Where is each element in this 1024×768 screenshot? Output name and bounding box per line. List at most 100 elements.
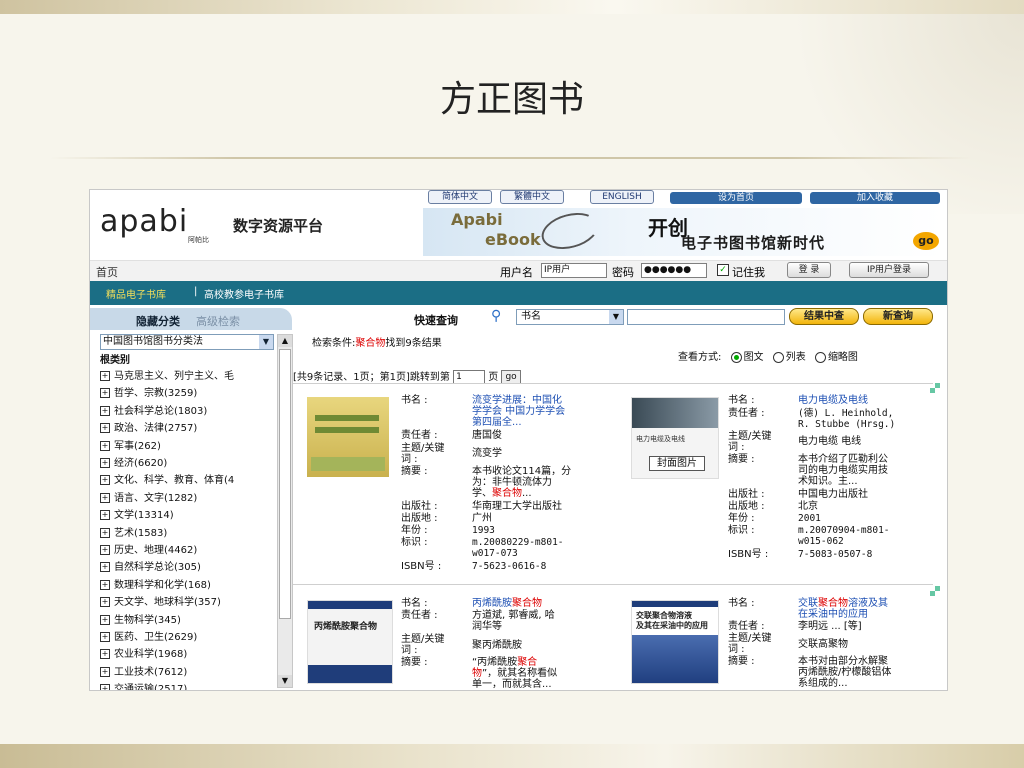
book1-year: 1993 [472,525,495,536]
category-label: 交通运输(2517) [114,684,188,691]
results-divider [293,383,933,384]
expand-icon[interactable]: + [100,388,110,399]
category-scrollbar[interactable]: ▲ ▼ [277,334,293,688]
category-label: 社会科学总论(1803) [114,405,208,417]
book3-abstract-label: 摘要 : [401,657,428,668]
book-cover-4[interactable]: 交联聚合物溶液 及其在采油中的应用 [631,600,719,684]
category-item[interactable]: + 文学(13314) [100,506,275,521]
expand-icon[interactable]: + [100,440,110,451]
book2-isbn-label: ISBN号 : [728,549,769,560]
search-input[interactable] [627,309,785,325]
book1-title-link[interactable]: 流变学进展：中国化 学学会 中国力学学会 第四届全... [472,395,565,428]
book-cover-3[interactable]: 丙烯酰胺聚合物 [307,600,393,684]
category-item[interactable]: + 军事(262) [100,437,275,452]
category-item[interactable]: + 哲学、宗教(3259) [100,384,275,399]
row-corner-icon [930,586,940,596]
expand-icon[interactable]: + [100,614,110,625]
scroll-down-icon[interactable]: ▼ [278,675,292,687]
book3-title-link[interactable]: 丙烯酰胺聚合物 [472,598,542,609]
expand-icon[interactable]: + [100,684,110,690]
view-list-radio[interactable] [772,351,784,363]
expand-icon[interactable]: + [100,666,110,677]
book1-isbn: 7-5623-0616-8 [472,561,547,572]
password-input[interactable]: ●●●●●● [641,263,707,278]
tab-textbook-library[interactable]: 高校教参电子书库 [204,286,284,301]
expand-icon[interactable]: + [100,458,110,468]
category-label: 农业科学(1968) [114,649,188,661]
category-label: 军事(262) [114,440,161,452]
search-within-button[interactable]: 结果中查 [789,308,859,325]
expand-icon[interactable]: + [100,545,110,555]
expand-icon[interactable]: + [100,527,110,538]
new-search-button[interactable]: 新查询 [863,308,933,325]
page-go-button[interactable]: go [501,370,521,384]
chevron-down-icon: ▼ [609,310,623,324]
tab-premium-library[interactable]: 精品电子书库 [106,286,166,301]
book1-subject-label: 主题/关键词 : [401,443,445,465]
expand-icon[interactable]: + [100,423,110,434]
category-item[interactable]: + 政治、法律(2757) [100,419,275,434]
username-input[interactable]: IP用户 [541,263,607,278]
category-item[interactable]: + 交通运输(2517) [100,680,275,691]
category-label: 文学(13314) [114,510,174,522]
book4-title-link[interactable]: 交联聚合物溶液及其 在采油中的应用 [798,598,888,620]
set-homepage-link[interactable]: 设为首页 [670,192,802,204]
category-item[interactable]: + 历史、地理(4462) [100,541,275,556]
book2-subject-label: 主题/关键词 : [728,431,772,453]
ip-login-button[interactable]: IP用户登录 [849,262,929,278]
category-item[interactable]: + 天文学、地球科学(357) [100,593,275,608]
category-item[interactable]: + 生物科学(345) [100,611,275,626]
page-input[interactable]: 1 [453,370,486,384]
scroll-thumb[interactable] [279,349,291,619]
lang-simplified-link[interactable]: 简体中文 [428,190,492,204]
book-cover-1[interactable] [307,397,389,477]
view-thumbnail-radio[interactable] [814,351,826,363]
category-item[interactable]: + 医药、卫生(2629) [100,628,275,643]
category-item[interactable]: + 农业科学(1968) [100,645,275,660]
expand-icon[interactable]: + [100,510,110,521]
view-graphic-radio[interactable] [730,351,742,363]
expand-icon[interactable]: + [100,649,110,660]
advanced-search-link[interactable]: 高级检索 [196,313,240,329]
add-favorite-link[interactable]: 加入收藏 [810,192,940,204]
expand-icon[interactable]: + [100,597,110,608]
classification-select[interactable]: 中国图书馆图书分类法 ▼ [100,334,274,350]
apabi-logo[interactable]: apabi [100,204,188,239]
banner-go-button[interactable]: go [913,232,939,250]
home-link[interactable]: 首页 [96,264,118,280]
hide-category-link[interactable]: 隐藏分类 [136,313,180,329]
category-item[interactable]: + 马克思主义、列宁主义、毛 [100,367,275,382]
category-item[interactable]: + 语言、文字(1282) [100,489,275,504]
expand-icon[interactable]: + [100,579,110,590]
expand-icon[interactable]: + [100,632,110,642]
search-field-select[interactable]: 书名 ▼ [516,309,624,325]
password-label: 密码 [612,266,634,279]
scroll-up-icon[interactable]: ▲ [278,335,292,347]
category-item[interactable]: + 工业技术(7612) [100,663,275,678]
lang-english-link[interactable]: ENGLISH [590,190,654,204]
expand-icon[interactable]: + [100,475,110,486]
promo-banner[interactable]: Apabi eBook 开创 电子书图书馆新时代 go [423,208,943,256]
book3-title-label: 书名 : [401,598,428,609]
cover-image-button[interactable]: 封面图片 [649,456,705,471]
lang-traditional-link[interactable]: 繁體中文 [500,190,564,204]
expand-icon[interactable]: + [100,562,110,573]
category-item[interactable]: + 数理科学和化学(168) [100,576,275,591]
expand-icon[interactable]: + [100,371,110,381]
category-item[interactable]: + 艺术(1583) [100,524,275,539]
book2-author-label: 责任者 : [728,408,765,419]
remember-checkbox[interactable]: ✓ [717,264,729,276]
category-item[interactable]: + 自然科学总论(305) [100,558,275,573]
category-item[interactable]: + 文化、科学、教育、体育(4 [100,471,275,486]
book2-title-link[interactable]: 电力电缆及电线 [798,395,868,406]
category-item[interactable]: + 经济(6620) [100,454,275,469]
login-bar: 首页 用户名 IP用户 密码 ●●●●●● ✓ 记住我 登 录 IP用户登录 [90,260,947,281]
category-item[interactable]: + 社会科学总论(1803) [100,402,275,417]
login-button[interactable]: 登 录 [787,262,831,278]
expand-icon[interactable]: + [100,492,110,503]
book4-title-label: 书名 : [728,598,755,609]
category-panel-header: 隐藏分类 高级检索 [90,308,292,330]
book2-subject: 电力电缆 电线 [798,436,862,447]
expand-icon[interactable]: + [100,405,110,416]
book2-year: 2001 [798,513,821,524]
